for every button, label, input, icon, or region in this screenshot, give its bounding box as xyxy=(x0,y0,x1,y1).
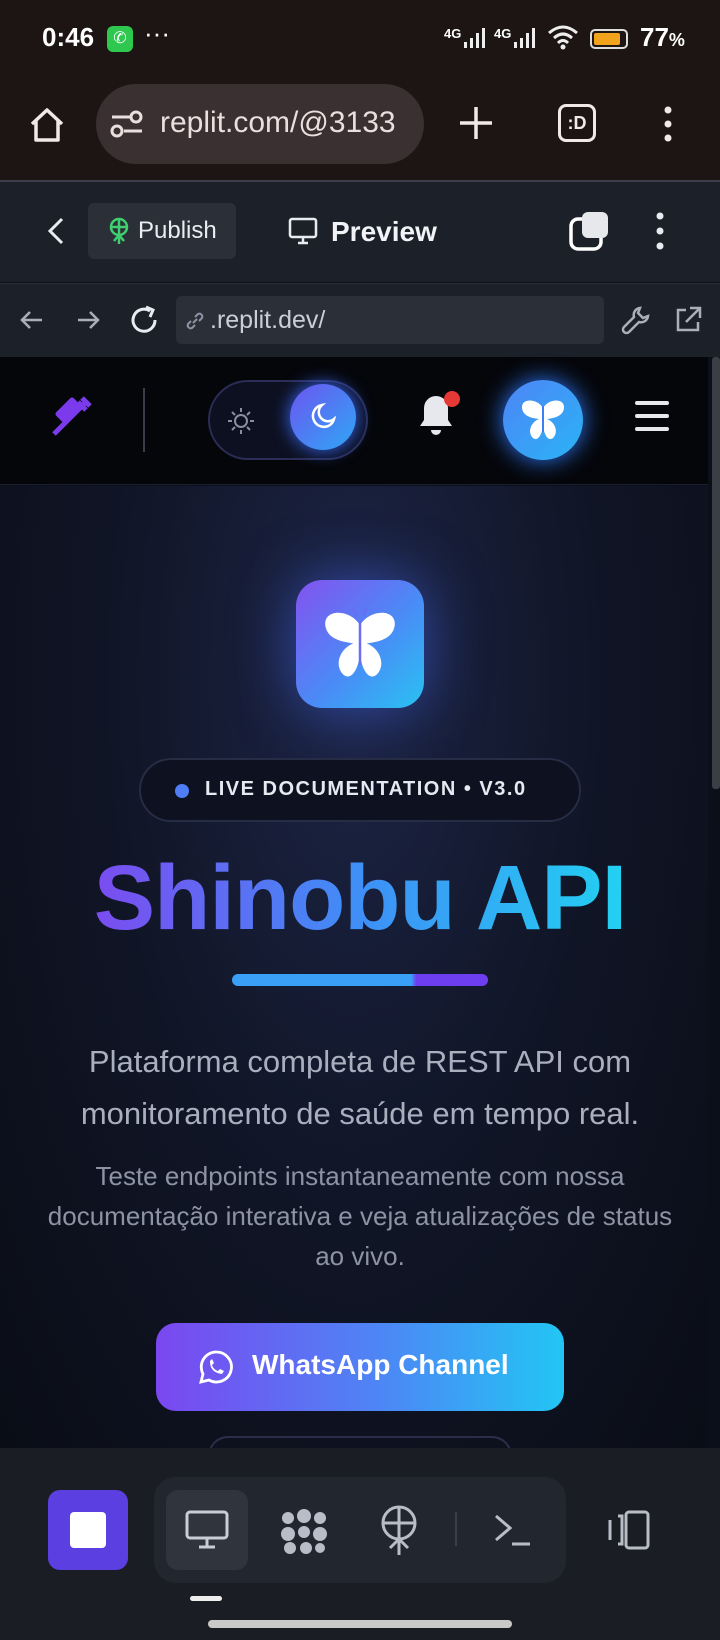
tab-switcher-button[interactable]: :D xyxy=(558,104,596,142)
whatsapp-icon xyxy=(199,1350,233,1384)
panels-icon[interactable] xyxy=(606,1506,654,1554)
sun-icon[interactable] xyxy=(226,406,256,436)
title-underline xyxy=(232,974,488,986)
url-text[interactable]: replit.com/@3133 xyxy=(160,106,420,140)
clock: 0:46 xyxy=(42,22,95,52)
hero-butterfly-icon xyxy=(325,608,395,677)
version-badge: LIVE DOCUMENTATION • V3.0 xyxy=(139,758,581,822)
stop-icon xyxy=(70,1512,106,1548)
wifi-icon xyxy=(548,25,578,50)
network-type-2: 4G xyxy=(494,26,512,41)
hamburger-menu-icon[interactable] xyxy=(634,399,670,433)
browser-menu-icon[interactable] xyxy=(660,104,676,144)
nav-back-icon[interactable] xyxy=(18,306,46,334)
nav-forward-icon[interactable] xyxy=(74,306,102,334)
battery-icon xyxy=(590,29,628,49)
reload-icon[interactable] xyxy=(128,304,160,336)
whatsapp-channel-button[interactable]: WhatsApp Channel xyxy=(156,1323,564,1411)
windows-icon[interactable] xyxy=(568,210,610,252)
open-external-icon[interactable] xyxy=(672,304,704,336)
scrollbar[interactable] xyxy=(712,357,720,789)
home-icon[interactable] xyxy=(26,104,68,146)
signal-icon-2 xyxy=(514,28,535,48)
address-bar[interactable]: replit.com/@3133 xyxy=(96,84,424,164)
deploy-tool-icon[interactable] xyxy=(378,1505,420,1557)
monitor-icon xyxy=(288,217,318,245)
preview-url-field[interactable]: .replit.dev/ xyxy=(176,296,604,344)
monitor-tool-icon xyxy=(185,1510,229,1549)
hero-logo xyxy=(296,580,424,708)
badge-text: LIVE DOCUMENTATION • V3.0 xyxy=(205,778,527,800)
home-gesture-bar[interactable] xyxy=(208,1620,512,1628)
avatar[interactable] xyxy=(503,380,583,460)
back-icon[interactable] xyxy=(44,216,68,246)
publish-label: Publish xyxy=(138,217,217,244)
publish-icon xyxy=(109,217,129,244)
moon-icon xyxy=(311,402,337,429)
page-title: Shinobu API xyxy=(93,847,627,949)
syringe-logo-icon[interactable] xyxy=(48,390,98,440)
tool-divider xyxy=(455,1512,457,1546)
publish-button[interactable]: Publish xyxy=(88,203,236,259)
shell-tool-icon[interactable] xyxy=(492,1510,532,1550)
status-bar: 0:46 ✆ ··· 4G 4G 77% xyxy=(0,0,720,80)
battery-percent: 77% xyxy=(640,22,685,52)
preview-url-text[interactable]: .replit.dev/ xyxy=(210,306,325,335)
butterfly-icon xyxy=(521,400,565,440)
new-tab-icon[interactable] xyxy=(456,103,496,143)
link-icon xyxy=(186,312,204,330)
site-settings-icon[interactable] xyxy=(110,108,144,140)
more-notifications-icon: ··· xyxy=(144,18,170,48)
header-divider xyxy=(143,388,145,452)
whatsapp-button-label: WhatsApp Channel xyxy=(252,1349,509,1380)
whatsapp-notification-icon: ✆ xyxy=(107,26,133,52)
notification-dot xyxy=(444,391,460,407)
network-type-1: 4G xyxy=(444,26,462,41)
agent-tool-icon[interactable] xyxy=(278,1508,330,1556)
signal-icon-1 xyxy=(464,28,485,48)
preview-tool-button[interactable] xyxy=(166,1490,248,1570)
live-indicator-dot xyxy=(175,784,189,798)
active-indicator xyxy=(190,1596,222,1601)
stop-button[interactable] xyxy=(48,1490,128,1570)
dark-mode-button[interactable] xyxy=(290,384,356,450)
hero-sub-text: Teste endpoints instantaneamente com nos… xyxy=(47,1161,673,1271)
preview-tab[interactable]: Preview xyxy=(331,216,437,248)
hero-lead-text: Plataforma completa de REST API com moni… xyxy=(80,1044,640,1131)
tab-switcher-icon: :D xyxy=(567,113,587,133)
replit-menu-icon[interactable] xyxy=(652,210,668,252)
devtools-wrench-icon[interactable] xyxy=(620,304,652,336)
